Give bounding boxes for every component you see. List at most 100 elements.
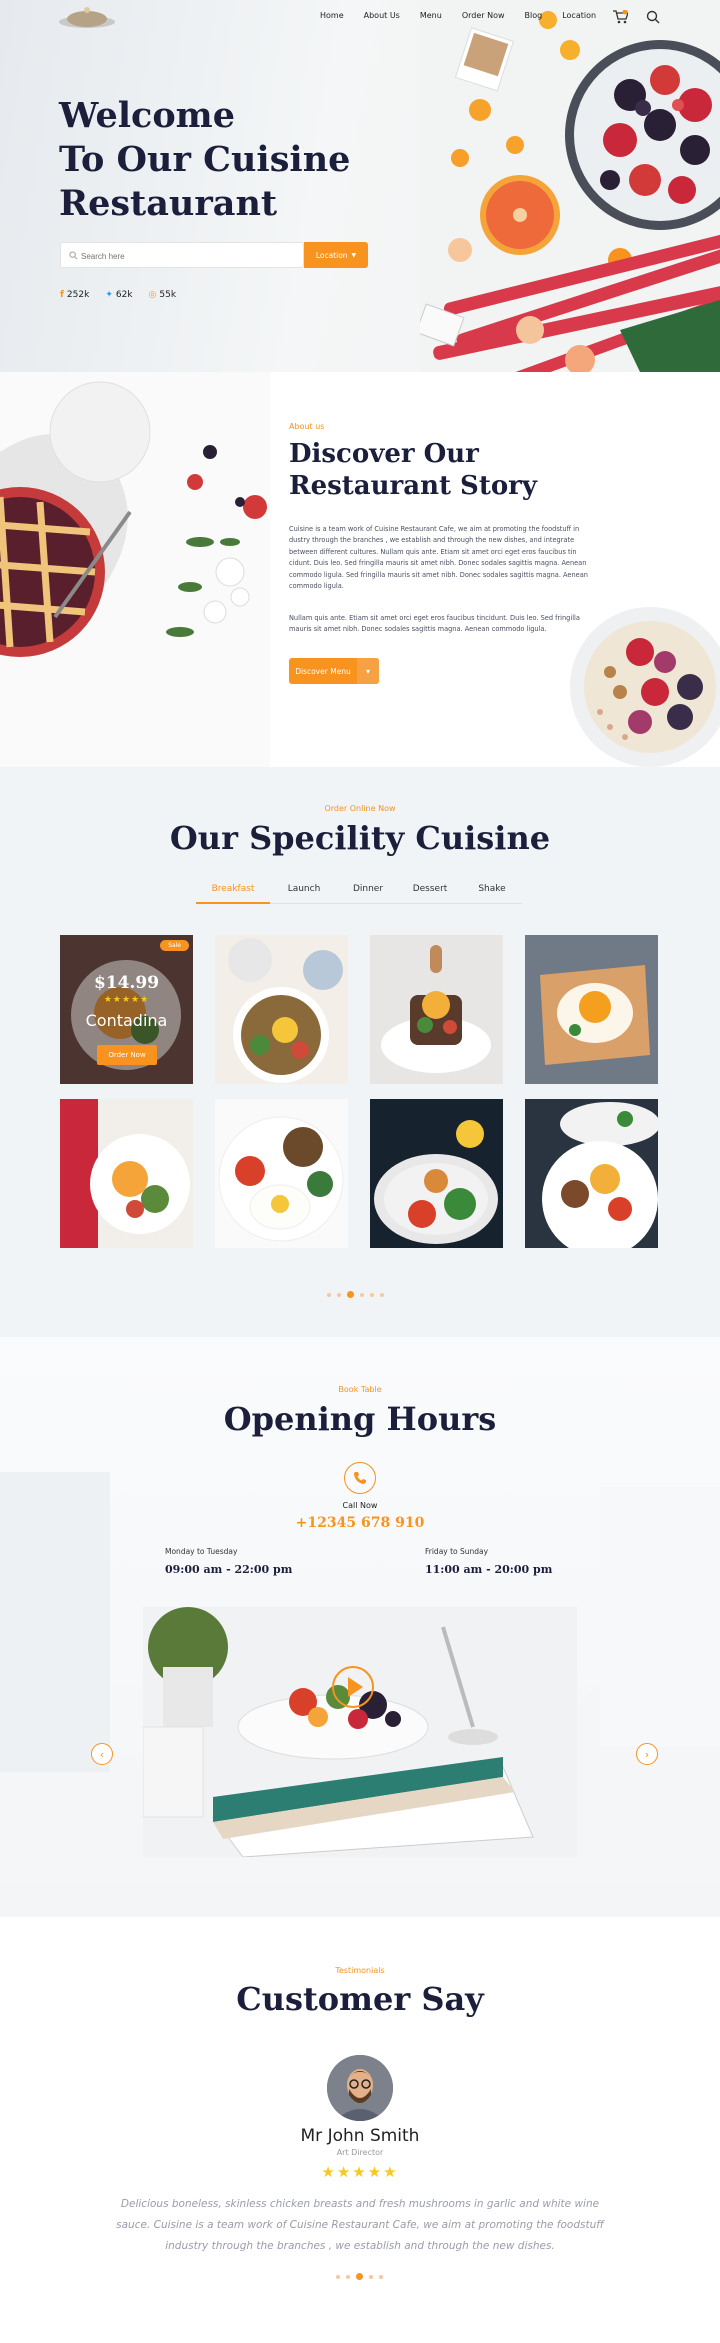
nav-item-blog[interactable]: Blog: [525, 11, 543, 20]
carousel-dot[interactable]: [369, 2274, 373, 2279]
opening-title: Opening Hours: [223, 1400, 497, 1438]
menu-card[interactable]: [370, 1099, 503, 1248]
twitter-link[interactable]: ✦ 62k: [105, 290, 132, 300]
menu-card[interactable]: [215, 1099, 348, 1248]
speciality-title: Our Specility Cuisine: [169, 819, 551, 857]
next-slide-button[interactable]: ›: [636, 1743, 658, 1765]
hero-title-line: To Our Cuisine: [59, 139, 351, 180]
discover-menu-button[interactable]: Discover Menu ▾: [289, 658, 379, 684]
tab-dinner[interactable]: Dinner: [338, 884, 398, 904]
carousel-dots: [327, 1291, 384, 1298]
facebook-icon: f: [60, 290, 64, 300]
menu-card[interactable]: [60, 1099, 193, 1248]
phone-icon: [354, 1472, 366, 1484]
pie-table-image: [0, 372, 270, 767]
weekday-label: Monday to Tuesday: [165, 1547, 238, 1556]
opening-hours-section: Book Table Opening Hours Call Now +12345…: [0, 1337, 720, 1917]
carousel-dot-active[interactable]: [347, 1291, 354, 1298]
speciality-kicker: Order Online Now: [324, 804, 396, 813]
chevron-down-icon: ▼: [351, 251, 357, 259]
main-nav: Home About Us Menu Order Now Blog Locati…: [320, 11, 616, 20]
dish-image: [215, 935, 348, 1084]
menu-tabs: Breakfast Launch Dinner Dessert Shake: [196, 884, 522, 904]
location-dropdown-button[interactable]: Location ▼: [304, 242, 368, 268]
dish-image: [370, 935, 503, 1084]
hero-title: Welcome To Our Cuisine Restaurant: [59, 94, 389, 226]
menu-card[interactable]: [215, 935, 348, 1084]
rating-stars: ★★★★★: [321, 2163, 399, 2181]
location-label: Location: [315, 250, 348, 260]
carousel-dot-active[interactable]: [356, 2273, 363, 2280]
story-paragraph: Cuisine is a team work of Cuisine Restau…: [289, 525, 588, 591]
search-bar: [60, 242, 304, 268]
salad-bowl-image: [143, 1607, 577, 1857]
nav-item-about[interactable]: About Us: [364, 11, 400, 20]
restaurant-photo: [143, 1607, 577, 1857]
prev-slide-button[interactable]: ‹: [91, 1743, 113, 1765]
dish-image: [215, 1099, 348, 1248]
tab-shake[interactable]: Shake: [462, 884, 522, 904]
tab-launch[interactable]: Launch: [270, 884, 338, 904]
call-button[interactable]: [344, 1462, 376, 1494]
testimonial-dots: [336, 2273, 383, 2280]
sale-badge: Sale: [160, 940, 189, 951]
story-title-line: Restaurant Story: [289, 471, 537, 501]
phone-number[interactable]: +12345 678 910: [0, 1515, 720, 1531]
weekday-hours: 09:00 am - 22:00 pm: [165, 1563, 293, 1576]
instagram-icon: ◎: [148, 290, 157, 300]
facebook-count: 252k: [66, 290, 90, 300]
avatar: [327, 2055, 393, 2121]
carousel-dot[interactable]: [360, 1292, 364, 1297]
menu-card[interactable]: [370, 935, 503, 1084]
tab-breakfast[interactable]: Breakfast: [196, 884, 270, 904]
social-counts: f 252k ✦ 62k ◎ 55k: [60, 290, 176, 300]
dish-image: [60, 1099, 193, 1248]
carousel-dot[interactable]: [379, 2274, 383, 2279]
story-section: About us Discover Our Restaurant Story C…: [0, 372, 720, 767]
dish-image: [525, 935, 658, 1084]
search-input[interactable]: [81, 247, 291, 265]
carousel-dot[interactable]: [346, 2274, 350, 2279]
testimonial-section: Testimonials Customer Say Mr John Smith …: [0, 1917, 720, 2343]
customer-role: Art Director: [336, 2148, 384, 2157]
speciality-section: Order Online Now Our Specility Cuisine B…: [0, 767, 720, 1337]
instagram-link[interactable]: ◎ 55k: [149, 290, 177, 300]
dish-image: [370, 1099, 503, 1248]
search-icon: [69, 251, 78, 260]
search-icon[interactable]: [646, 10, 660, 24]
nav-item-order[interactable]: Order Now: [462, 11, 505, 20]
dish-image: [525, 1099, 658, 1248]
nav-item-home[interactable]: Home: [320, 11, 344, 20]
story-title: Discover Our Restaurant Story: [289, 438, 609, 502]
story-paragraph: Nullam quis ante. Etiam sit amet orci eg…: [289, 614, 580, 634]
hero-title-line: Welcome: [59, 95, 235, 136]
twitter-icon: ✦: [105, 290, 113, 300]
weekend-hours: 11:00 am - 20:00 pm: [425, 1563, 553, 1576]
menu-card[interactable]: [525, 935, 658, 1084]
hero-food-image: [420, 0, 720, 372]
hero-section: Home About Us Menu Order Now Blog Locati…: [0, 0, 720, 372]
carousel-dot[interactable]: [370, 1292, 374, 1297]
instagram-count: 55k: [159, 290, 177, 300]
hero-title-line: Restaurant: [59, 183, 278, 224]
carousel-dot[interactable]: [336, 2274, 340, 2279]
carousel-dot[interactable]: [337, 1292, 341, 1297]
order-now-button[interactable]: Order Now: [97, 1045, 157, 1065]
rating-stars: ★★★★★: [103, 995, 150, 1005]
booking-kicker: Book Table: [338, 1385, 382, 1394]
nav-item-menu[interactable]: Menu: [420, 11, 442, 20]
story-title-line: Discover Our: [289, 439, 479, 469]
tab-dessert[interactable]: Dessert: [398, 884, 462, 904]
carousel-dot[interactable]: [380, 1292, 384, 1297]
dish-name: Contadina: [85, 1011, 168, 1030]
menu-card[interactable]: [525, 1099, 658, 1248]
facebook-link[interactable]: f 252k: [60, 290, 89, 300]
carousel-dot[interactable]: [327, 1292, 331, 1297]
testimonial-kicker: Testimonials: [335, 1966, 385, 1975]
twitter-count: 62k: [115, 290, 133, 300]
nav-item-location[interactable]: Location: [562, 11, 596, 20]
cart-icon[interactable]: [612, 10, 628, 24]
restaurant-logo[interactable]: [56, 6, 118, 32]
menu-card-featured[interactable]: Sale $14.99 ★★★★★ Contadina Order Now: [60, 935, 193, 1084]
dish-price: $14.99: [93, 973, 160, 993]
